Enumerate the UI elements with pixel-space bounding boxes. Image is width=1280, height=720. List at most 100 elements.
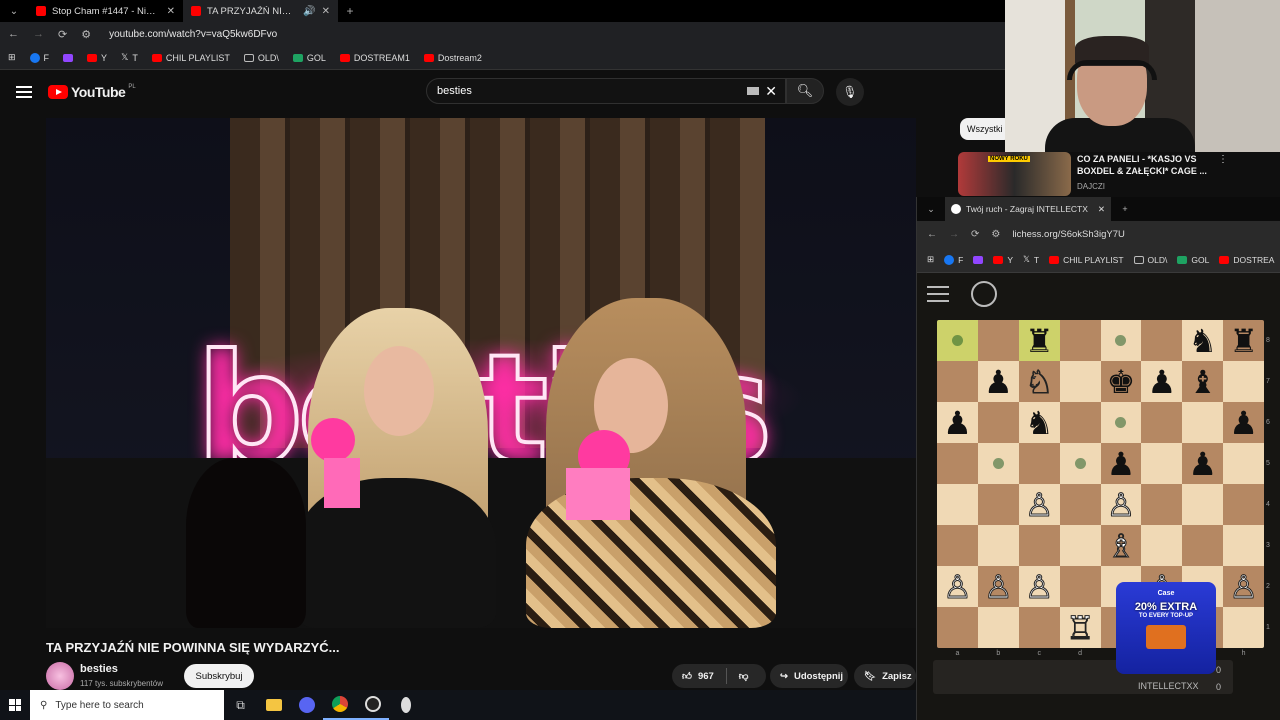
- lichess-menu-icon[interactable]: [927, 286, 949, 302]
- recommended-video-thumbnail[interactable]: NOWY ROKU: [958, 152, 1071, 196]
- bookmark-facebook[interactable]: F: [29, 52, 49, 63]
- bookmark-x[interactable]: 𝕏T: [1023, 254, 1039, 265]
- square-c2[interactable]: ♙: [1018, 566, 1060, 607]
- square-f3[interactable]: [1141, 525, 1183, 566]
- move-hint-dot[interactable]: [951, 335, 963, 346]
- square-d8[interactable]: [1059, 320, 1101, 361]
- tab-stop-cham[interactable]: Stop Cham #1447 - Niebezpiecz ✕: [28, 0, 183, 22]
- square-h7[interactable]: [1223, 361, 1264, 402]
- square-g7[interactable]: ♝: [1182, 361, 1224, 402]
- lichess-logo-icon[interactable]: [971, 281, 997, 307]
- white-pawn-icon[interactable]: ♙: [1024, 488, 1054, 521]
- move-hint-dot[interactable]: [992, 458, 1004, 469]
- square-a2[interactable]: ♙: [937, 566, 978, 607]
- dislike-icon[interactable]: 👎︎: [739, 670, 749, 682]
- square-g8[interactable]: ♞: [1182, 320, 1224, 361]
- square-b1[interactable]: [977, 607, 1019, 648]
- white-rook-icon[interactable]: ♖: [1065, 611, 1095, 644]
- square-b5[interactable]: [977, 443, 1019, 484]
- forward-icon[interactable]: →: [949, 229, 959, 240]
- bookmark-chil-playlist[interactable]: CHIL PLAYLIST: [1049, 255, 1124, 265]
- square-b6[interactable]: [977, 402, 1019, 443]
- discord-app-icon[interactable]: [290, 690, 323, 720]
- reload-icon[interactable]: ⟳: [58, 28, 67, 41]
- square-b3[interactable]: [977, 525, 1019, 566]
- bookmark-dostream1[interactable]: DOSTREAM1: [339, 53, 410, 63]
- black-pawn-icon[interactable]: ♟: [943, 407, 972, 439]
- black-rook-icon[interactable]: ♜: [1229, 325, 1258, 357]
- bookmark-old[interactable]: OLD\: [243, 53, 279, 63]
- square-e8[interactable]: [1100, 320, 1142, 361]
- square-a8[interactable]: [937, 320, 978, 361]
- square-g4[interactable]: [1182, 484, 1224, 525]
- site-info-icon[interactable]: ⚙: [81, 28, 91, 41]
- bookmark-youtube[interactable]: Y: [87, 53, 107, 63]
- square-h8[interactable]: ♜: [1223, 320, 1264, 361]
- bookmark-youtube[interactable]: Y: [993, 255, 1013, 265]
- move-hint-dot[interactable]: [1115, 417, 1127, 428]
- bookmark-chil-playlist[interactable]: CHIL PLAYLIST: [151, 53, 230, 63]
- bookmark-twitch[interactable]: [973, 255, 984, 264]
- square-c1[interactable]: [1018, 607, 1060, 648]
- square-a3[interactable]: [937, 525, 978, 566]
- black-king-icon[interactable]: ♚: [1107, 366, 1136, 398]
- white-pawn-icon[interactable]: ♙: [1229, 570, 1259, 603]
- tab-search-icon[interactable]: ⌄: [917, 204, 945, 215]
- square-a5[interactable]: [937, 443, 978, 484]
- square-f7[interactable]: ♟: [1141, 361, 1183, 402]
- speaker-icon[interactable]: 🔊: [303, 6, 315, 17]
- square-f5[interactable]: [1141, 443, 1183, 484]
- voice-search-button[interactable]: 🎙︎: [836, 78, 864, 106]
- square-e6[interactable]: [1100, 402, 1142, 443]
- keyboard-icon[interactable]: [747, 87, 759, 95]
- maps-app-icon[interactable]: [389, 690, 422, 720]
- black-pawn-icon[interactable]: ♟: [1229, 407, 1258, 439]
- apps-icon[interactable]: ⊞: [8, 52, 16, 63]
- square-h1[interactable]: [1223, 607, 1264, 648]
- close-tab-icon[interactable]: ✕: [322, 6, 330, 17]
- video-player[interactable]: besties: [46, 118, 916, 628]
- file-explorer-icon[interactable]: [257, 690, 290, 720]
- close-tab-icon[interactable]: ✕: [167, 6, 175, 17]
- move-hint-dot[interactable]: [1074, 458, 1086, 469]
- player-name[interactable]: INTELLECTXX: [1138, 681, 1199, 691]
- square-c5[interactable]: [1018, 443, 1060, 484]
- square-a1[interactable]: [937, 607, 978, 648]
- square-d1[interactable]: ♖: [1059, 607, 1101, 648]
- bookmark-old[interactable]: OLD\: [1133, 255, 1167, 265]
- subscribe-button[interactable]: Subskrybuj: [184, 664, 254, 688]
- square-d4[interactable]: [1059, 484, 1101, 525]
- taskbar-search-input[interactable]: ⚲ Type here to search: [30, 690, 224, 720]
- square-h6[interactable]: ♟: [1223, 402, 1264, 443]
- square-b2[interactable]: ♙: [977, 566, 1019, 607]
- tab-active-video[interactable]: TA PRZYJAŹŃ NIE POWINN 🔊 ✕: [183, 0, 338, 22]
- apps-icon[interactable]: ⊞: [927, 254, 934, 265]
- start-button[interactable]: [0, 699, 30, 711]
- url-field[interactable]: youtube.com/watch?v=vaQ5kw6DFvo: [109, 29, 277, 40]
- tab-lichess[interactable]: Twój ruch - Zagraj INTELLECTX ✕: [945, 197, 1111, 221]
- square-e4[interactable]: ♙: [1100, 484, 1142, 525]
- back-icon[interactable]: ←: [927, 229, 937, 240]
- menu-icon[interactable]: [16, 86, 32, 98]
- save-button[interactable]: 🔖︎ Zapisz: [854, 664, 916, 688]
- search-input[interactable]: besties ✕: [426, 78, 786, 104]
- bookmark-gol[interactable]: GOL: [1177, 255, 1209, 265]
- black-knight-icon[interactable]: ♞: [1188, 325, 1217, 357]
- square-d5[interactable]: [1059, 443, 1101, 484]
- square-e3[interactable]: ♗: [1100, 525, 1142, 566]
- square-h3[interactable]: [1223, 525, 1264, 566]
- square-h5[interactable]: [1223, 443, 1264, 484]
- square-c4[interactable]: ♙: [1018, 484, 1060, 525]
- square-e5[interactable]: ♟: [1100, 443, 1142, 484]
- black-pawn-icon[interactable]: ♟: [1188, 448, 1217, 480]
- square-c8[interactable]: ♜: [1018, 320, 1060, 361]
- square-d3[interactable]: [1059, 525, 1101, 566]
- move-hint-dot[interactable]: [1115, 335, 1127, 346]
- site-info-icon[interactable]: ⚙: [991, 229, 1000, 240]
- clear-search-icon[interactable]: ✕: [765, 83, 777, 100]
- recommended-video-title[interactable]: CO ZA PANELI - *KASJO VS BOXDEL & ZAŁĘCK…: [1077, 153, 1212, 177]
- reload-icon[interactable]: ⟳: [971, 229, 979, 240]
- new-tab-button[interactable]: +: [338, 0, 362, 22]
- square-a7[interactable]: [937, 361, 978, 402]
- square-c7[interactable]: ♘: [1018, 361, 1060, 402]
